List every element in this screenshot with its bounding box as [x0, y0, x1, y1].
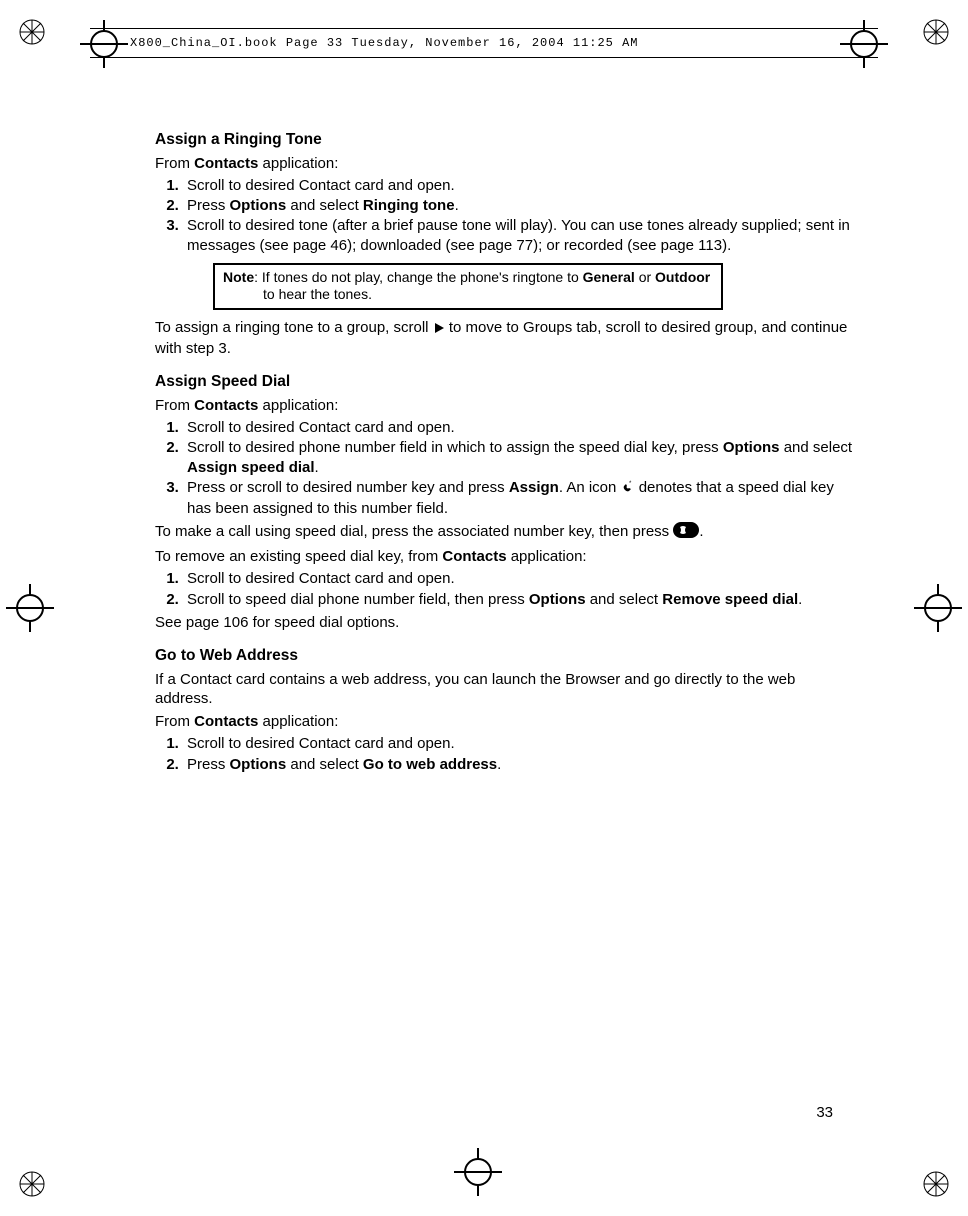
list-item: Scroll to desired phone number field in … [183, 438, 855, 476]
body-text: If a Contact card contains a web address… [155, 670, 855, 708]
list-item: Scroll to speed dial phone number field,… [183, 590, 855, 609]
page-content: Assign a Ringing Tone From Contacts appl… [155, 130, 855, 778]
call-key-icon [673, 522, 699, 543]
right-arrow-icon [433, 320, 445, 339]
print-header-bar: X800_China_OI.book Page 33 Tuesday, Nove… [90, 28, 878, 58]
crop-mark-icon [12, 1164, 52, 1204]
list-item: Scroll to desired tone (after a brief pa… [183, 216, 855, 254]
crop-mark-icon [916, 12, 956, 52]
registration-mark-icon [920, 590, 956, 626]
list-item: Scroll to desired Contact card and open. [183, 734, 855, 753]
registration-mark-icon [460, 1154, 496, 1190]
note-box: Note: If tones do not play, change the p… [213, 263, 723, 310]
body-text: From Contacts application: [155, 154, 855, 173]
list-item: Scroll to desired Contact card and open. [183, 569, 855, 588]
list-item: Press Options and select Go to web addre… [183, 755, 855, 774]
crop-mark-icon [12, 12, 52, 52]
ordered-list: Scroll to desired Contact card and open.… [155, 734, 855, 773]
body-text: From Contacts application: [155, 712, 855, 731]
print-header-text: X800_China_OI.book Page 33 Tuesday, Nove… [90, 36, 638, 50]
heading-assign-speed-dial: Assign Speed Dial [155, 372, 855, 392]
list-item: Press Options and select Ringing tone. [183, 196, 855, 215]
note-label: Note [223, 269, 254, 285]
body-text: To remove an existing speed dial key, fr… [155, 547, 855, 566]
ordered-list: Scroll to desired Contact card and open.… [155, 418, 855, 518]
registration-mark-icon [12, 590, 48, 626]
body-text: To make a call using speed dial, press t… [155, 522, 855, 543]
heading-go-to-web-address: Go to Web Address [155, 646, 855, 666]
list-item: Scroll to desired Contact card and open. [183, 418, 855, 437]
body-text: See page 106 for speed dial options. [155, 613, 855, 632]
ordered-list: Scroll to desired Contact card and open.… [155, 569, 855, 608]
page-number: 33 [816, 1104, 833, 1121]
ordered-list: Scroll to desired Contact card and open.… [155, 176, 855, 255]
body-text: To assign a ringing tone to a group, scr… [155, 318, 855, 358]
list-item: Scroll to desired Contact card and open. [183, 176, 855, 195]
list-item: Press or scroll to desired number key an… [183, 478, 855, 518]
speed-dial-icon: * [621, 480, 635, 499]
crop-mark-icon [916, 1164, 956, 1204]
heading-assign-ringing-tone: Assign a Ringing Tone [155, 130, 855, 150]
svg-text:*: * [629, 481, 632, 487]
body-text: From Contacts application: [155, 396, 855, 415]
